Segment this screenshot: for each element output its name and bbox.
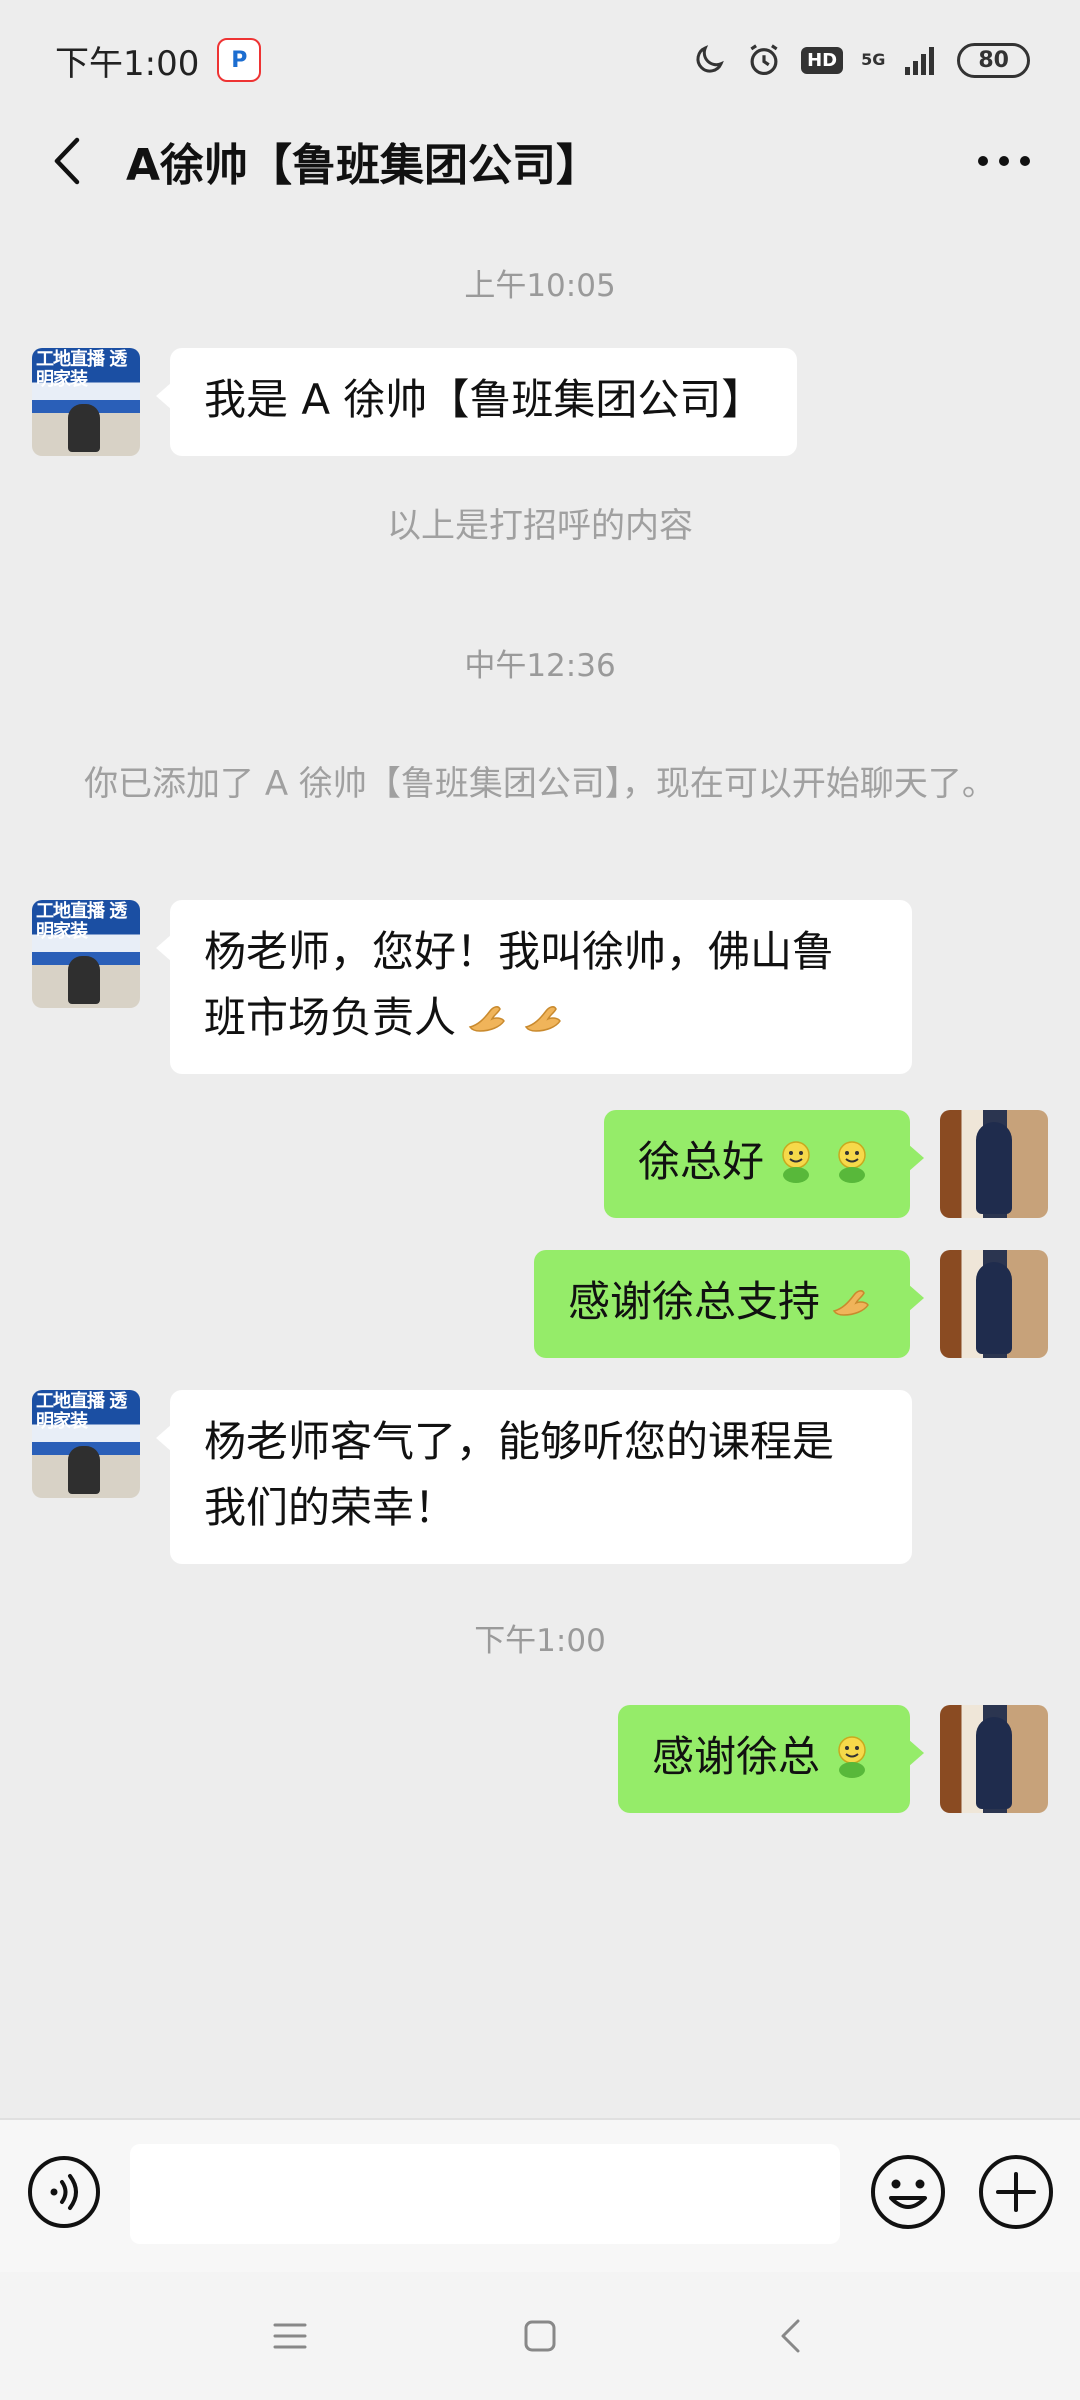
message-text: 杨老师，您好！我叫徐帅，佛山鲁: [204, 927, 835, 976]
input-bar: [0, 2118, 1080, 2272]
message-incoming: 工地直播 透明家装 我是 A 徐帅【鲁班集团公司】: [0, 348, 1080, 458]
message-input[interactable]: [130, 2144, 840, 2244]
message-outgoing: 感谢徐总支持: [0, 1250, 1080, 1360]
message-bubble[interactable]: 感谢徐总支持: [533, 1250, 925, 1358]
hd-icon: HD: [801, 46, 844, 74]
more-icon: [978, 156, 1030, 166]
home-button[interactable]: [515, 2311, 565, 2361]
my-avatar[interactable]: [940, 1250, 1048, 1358]
message-text: 杨老师客气了，能够听您的课程是: [204, 1417, 835, 1466]
alarm-icon: [750, 44, 778, 76]
message-text: 徐总好: [637, 1137, 764, 1186]
menu-icon: [273, 2323, 307, 2349]
back-arrow-icon: [54, 137, 80, 185]
message-bubble[interactable]: 我是 A 徐帅【鲁班集团公司】: [155, 348, 798, 456]
my-avatar[interactable]: [940, 1705, 1048, 1813]
app-notification-icon: P: [217, 38, 262, 82]
message-list[interactable]: 上午10:05 工地直播 透明家装 我是 A 徐帅【鲁班集团公司】 以上是打招呼…: [0, 210, 1080, 2110]
message-bubble[interactable]: 杨老师，您好！我叫徐帅，佛山鲁 班市场负责人: [156, 900, 912, 1074]
timestamp: 上午10:05: [464, 268, 616, 304]
chat-screen: 下午1:00 P HD 5G 80 A徐帅【鲁班集团公司】 上午10:05 工地…: [0, 0, 1080, 2400]
contact-avatar[interactable]: 工地直播 透明家装: [32, 1390, 140, 1498]
battery-indicator: 80: [957, 42, 1030, 78]
system-notice: 你已添加了 A 徐帅【鲁班集团公司】，现在可以开始聊天了。: [84, 764, 996, 804]
system-notice: 以上是打招呼的内容: [387, 506, 693, 546]
network-type: 5G: [861, 50, 886, 69]
chevron-left-icon: [781, 2319, 800, 2353]
message-incoming: 工地直播 透明家装 杨老师客气了，能够听您的课程是 我们的荣幸！: [0, 1390, 1080, 1570]
my-avatar[interactable]: [940, 1110, 1048, 1218]
more-functions-button[interactable]: [976, 2152, 1056, 2232]
chat-title: A徐帅【鲁班集团公司】: [126, 140, 601, 191]
smiley-face-icon: [871, 2155, 945, 2229]
more-options-button[interactable]: [964, 131, 1044, 191]
message-text: 感谢徐总支持: [567, 1277, 820, 1326]
message-bubble[interactable]: 感谢徐总: [617, 1705, 925, 1813]
message-text: 我们的荣幸！: [204, 1483, 457, 1532]
smiley-emoji-icon: [782, 1140, 810, 1183]
message-incoming: 工地直播 透明家装 杨老师，您好！我叫徐帅，佛山鲁 班市场负责人: [0, 900, 1080, 1080]
ok-hand-icon: [468, 1005, 505, 1032]
message-bubble[interactable]: 徐总好: [603, 1110, 925, 1218]
plus-icon: [979, 2155, 1053, 2229]
contact-avatar[interactable]: 工地直播 透明家装: [32, 900, 140, 1008]
timestamp: 下午1:00: [474, 1623, 606, 1659]
signal-icon: [905, 47, 935, 75]
message-outgoing: 感谢徐总: [0, 1705, 1080, 1815]
message-bubble[interactable]: 杨老师客气了，能够听您的课程是 我们的荣幸！: [156, 1390, 912, 1564]
message-text: 感谢徐总: [651, 1732, 820, 1781]
status-time: 下午1:00: [55, 43, 200, 84]
square-icon: [524, 2320, 556, 2352]
contact-avatar[interactable]: 工地直播 透明家装: [32, 348, 140, 456]
smiley-emoji-icon: [838, 1140, 866, 1183]
system-navigation-bar: [0, 2272, 1080, 2400]
ok-hand-icon: [832, 1289, 869, 1316]
back-button[interactable]: [36, 131, 96, 191]
voice-icon: [28, 2156, 100, 2228]
status-bar: 下午1:00 P HD 5G 80: [0, 0, 1080, 120]
message-outgoing: 徐总好: [0, 1110, 1080, 1220]
moon-icon: [696, 45, 724, 73]
recent-apps-button[interactable]: [265, 2311, 315, 2361]
emoji-button[interactable]: [868, 2152, 948, 2232]
message-text: 我是 A 徐帅【鲁班集团公司】: [204, 375, 764, 424]
system-back-button[interactable]: [765, 2311, 815, 2361]
timestamp: 中午12:36: [464, 648, 616, 684]
ok-hand-icon: [524, 1005, 561, 1032]
chat-header: A徐帅【鲁班集团公司】: [0, 120, 1080, 202]
smiley-emoji-icon: [838, 1735, 866, 1778]
voice-input-button[interactable]: [26, 2154, 102, 2230]
message-text: 班市场负责人: [204, 993, 457, 1042]
